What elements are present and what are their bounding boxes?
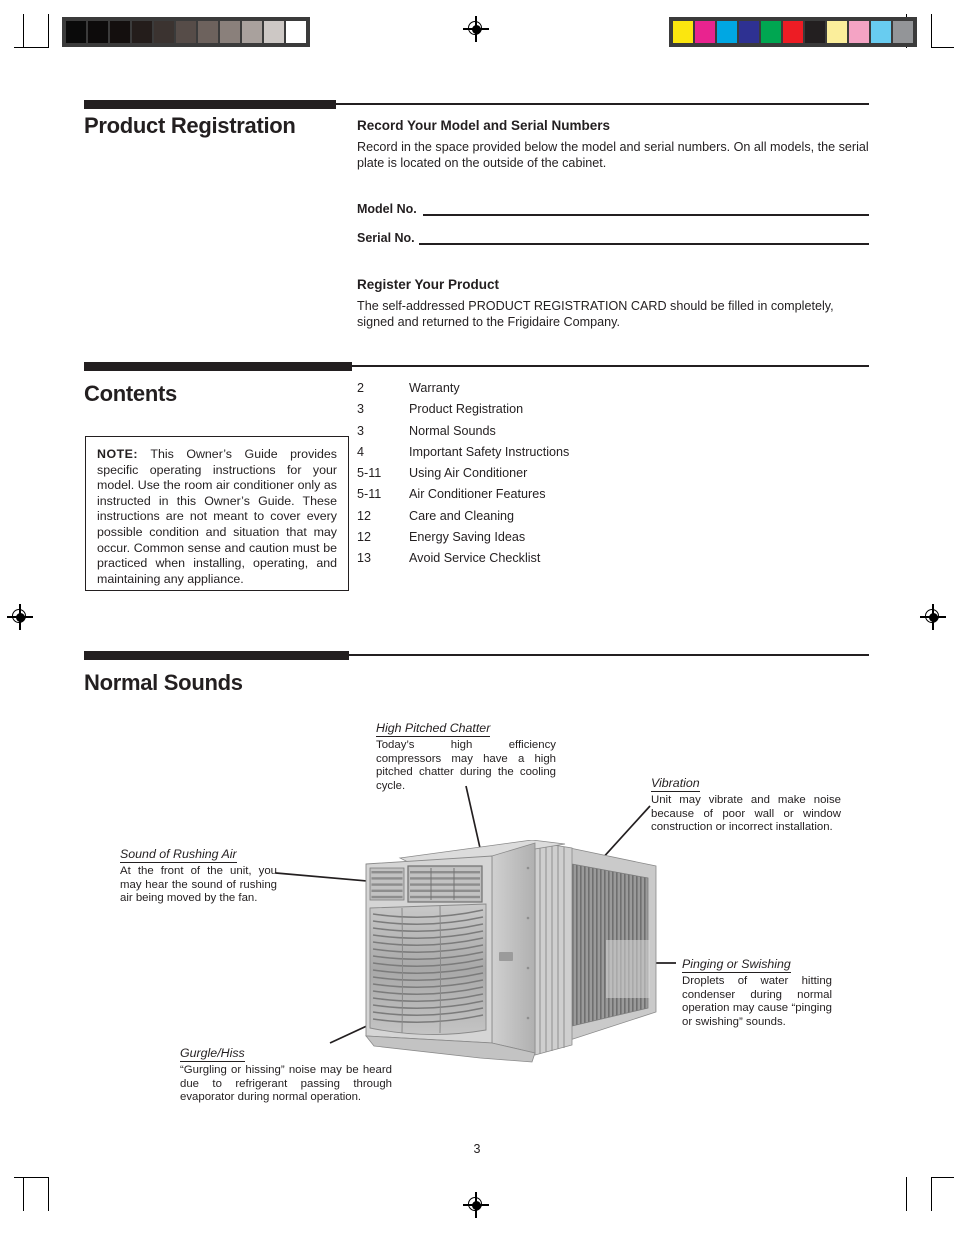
callout-title: Pinging or Swishing <box>682 957 791 973</box>
callout-body: Unit may vibrate and make noise because … <box>651 794 841 834</box>
crop-mark-bottom-right-horizontal <box>931 1177 954 1178</box>
crop-mark-bottom-right-vertical <box>931 1177 932 1211</box>
callout-body: At the front of the unit, you may hear t… <box>120 865 277 905</box>
crop-mark-bottom-left-inner <box>48 1177 49 1211</box>
callout-title: High Pitched Chatter <box>376 721 491 737</box>
window-air-conditioner-illustration <box>365 840 657 1063</box>
crop-mark-bottom-left-horizontal <box>14 1177 48 1178</box>
callout-pinging-or-swishing: Pinging or Swishing Droplets of water hi… <box>682 955 832 1029</box>
callout-vibration: Vibration Unit may vibrate and make nois… <box>651 774 841 835</box>
callout-body: Today’s high efficiency compressors may … <box>376 739 556 792</box>
callout-title: Vibration <box>651 776 700 792</box>
callout-title: Sound of Rushing Air <box>120 847 237 863</box>
callout-gurgle-hiss: Gurgle/Hiss “Gurgling or hissing” noise … <box>180 1044 392 1105</box>
callout-title: Gurgle/Hiss <box>180 1046 245 1062</box>
callout-body: Droplets of water hitting condenser duri… <box>682 975 832 1028</box>
callout-sound-of-rushing-air: Sound of Rushing Air At the front of the… <box>120 845 277 906</box>
crop-mark-bottom-right-inner <box>906 1177 907 1211</box>
callout-high-pitched-chatter: High Pitched Chatter Today’s high effici… <box>376 719 556 793</box>
page-number: 3 <box>473 1142 481 1156</box>
crop-mark-bottom-left-vertical <box>23 1177 24 1211</box>
callout-body: “Gurgling or hissing” noise may be heard… <box>180 1064 392 1104</box>
